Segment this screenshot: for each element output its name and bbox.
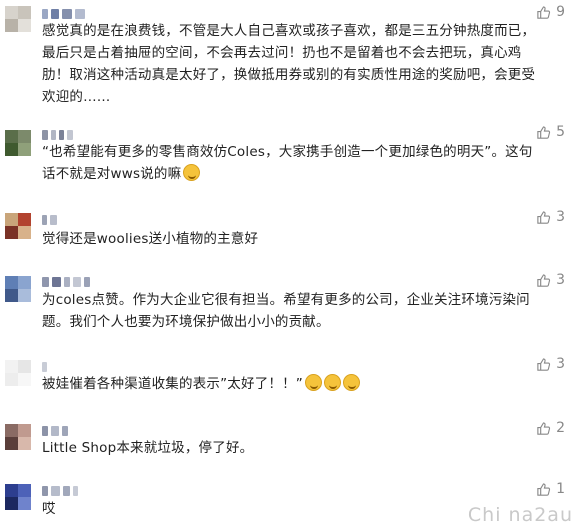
avatar[interactable]	[5, 276, 31, 302]
avatar[interactable]	[5, 213, 31, 239]
username-blurred	[42, 361, 47, 373]
username-blurred	[42, 214, 57, 226]
thumbs-up-icon	[537, 421, 551, 435]
thumbs-up-icon	[537, 210, 551, 224]
thumbs-up-icon	[537, 5, 551, 19]
laughing-emoji-icon	[183, 164, 201, 181]
like-button[interactable]: 1	[536, 481, 565, 497]
thumbs-up-icon	[537, 482, 551, 496]
comment-text: 感觉真的是在浪费钱，不管是大人自己喜欢或孩子喜欢，都是三五分钟热度而已， 最后只…	[42, 23, 536, 105]
username-blurred	[42, 8, 85, 20]
avatar[interactable]	[5, 6, 31, 32]
username-blurred	[42, 129, 73, 141]
like-button[interactable]: 3	[536, 209, 565, 225]
laughing-emoji-icon	[305, 374, 322, 391]
username-blurred	[42, 485, 78, 497]
laughing-emoji-icon	[324, 374, 341, 391]
like-count: 5	[556, 124, 565, 140]
like-button[interactable]: 3	[536, 356, 565, 372]
comment-text: 被娃催着各种渠道收集的表示”太好了！！”	[42, 373, 562, 395]
like-count: 2	[556, 420, 565, 436]
like-button[interactable]: 9	[536, 4, 565, 20]
like-button[interactable]: 5	[536, 124, 565, 140]
username-blurred	[42, 425, 68, 437]
comment-text: Little Shop本来就垃圾，停了好。	[42, 440, 254, 456]
watermark: Chi na2au	[467, 504, 573, 526]
comment-text: 为coles点赞。作为大企业它很有担当。希望有更多的公司，企业关注环境污染问 题…	[42, 292, 530, 330]
like-count: 9	[556, 4, 565, 20]
username-blurred	[42, 276, 90, 288]
avatar[interactable]	[5, 484, 31, 510]
comment-text: 觉得还是woolies送小植物的主意好	[42, 231, 259, 247]
thumbs-up-icon	[537, 357, 551, 371]
like-count: 3	[556, 272, 565, 288]
laughing-emoji-icon	[343, 374, 360, 391]
comment-text: “也希望能有更多的零售商效仿Coles，大家携手创造一个更加绿色的明天”。这句 …	[42, 144, 533, 182]
avatar[interactable]	[5, 424, 31, 450]
avatar[interactable]	[5, 360, 31, 386]
avatar[interactable]	[5, 130, 31, 156]
like-count: 1	[556, 481, 565, 497]
like-button[interactable]: 2	[536, 420, 565, 436]
like-count: 3	[556, 356, 565, 372]
like-count: 3	[556, 209, 565, 225]
thumbs-up-icon	[537, 125, 551, 139]
like-button[interactable]: 3	[536, 272, 565, 288]
thumbs-up-icon	[537, 273, 551, 287]
